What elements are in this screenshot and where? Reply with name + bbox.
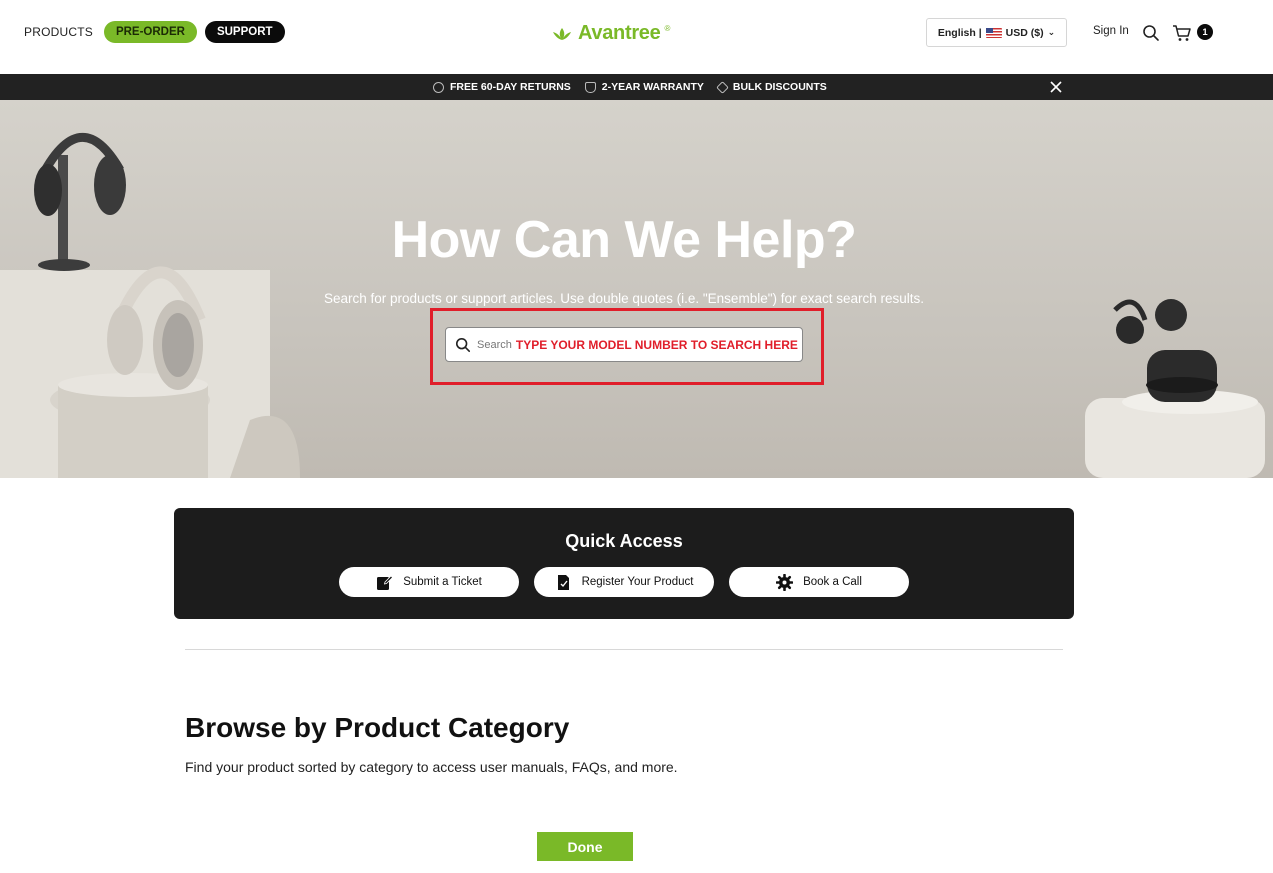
headphones-product-image xyxy=(0,133,300,478)
section-divider xyxy=(185,649,1063,650)
logo-text: Avantree xyxy=(578,22,661,44)
announcement-returns: FREE 60-DAY RETURNS xyxy=(433,81,571,93)
search-highlight-box xyxy=(430,308,824,385)
nav-support-button[interactable]: SUPPORT xyxy=(204,21,285,43)
submit-ticket-label: Submit a Ticket xyxy=(403,576,482,588)
close-icon[interactable] xyxy=(1049,80,1063,94)
book-call-label: Book a Call xyxy=(803,576,862,588)
chevron-down-icon: ⌄ xyxy=(1047,27,1056,37)
hero-title: How Can We Help? xyxy=(391,211,857,269)
hero-subtitle: Search for products or support articles.… xyxy=(323,291,925,306)
avantree-logo[interactable]: Avantree ® xyxy=(550,22,670,45)
shield-check-icon xyxy=(584,81,596,93)
book-call-button[interactable]: Book a Call xyxy=(729,567,909,597)
cart-icon[interactable] xyxy=(1172,24,1192,42)
submit-ticket-button[interactable]: Submit a Ticket xyxy=(339,567,519,597)
gear-icon xyxy=(776,573,794,591)
nav-preorder-button[interactable]: PRE-ORDER xyxy=(103,21,197,43)
quick-access-title: Quick Access xyxy=(565,531,683,551)
announcement-bar: FREE 60-DAY RETURNS 2-YEAR WARRANTY BULK… xyxy=(0,74,1273,100)
language-label: English | xyxy=(937,26,982,39)
announcement-returns-label: FREE 60-DAY RETURNS xyxy=(450,81,571,93)
leaf-logo-icon xyxy=(553,27,571,40)
nav-products-link[interactable]: PRODUCTS xyxy=(24,25,93,39)
announcement-bulk-label: BULK DISCOUNTS xyxy=(732,81,827,93)
main-nav: PRODUCTS PRE-ORDER SUPPORT xyxy=(24,21,285,43)
edit-icon xyxy=(377,574,394,590)
browse-category-title: Browse by Product Category xyxy=(185,712,570,743)
site-header: PRODUCTS PRE-ORDER SUPPORT Avantree ® En… xyxy=(0,0,1273,74)
sign-in-link[interactable]: Sign In xyxy=(1093,25,1129,37)
locale-currency-selector[interactable]: English | USD ($) ⌄ xyxy=(926,18,1067,47)
quick-access-panel: Quick Access Submit a Ticket Register Yo… xyxy=(174,508,1074,619)
us-flag-icon xyxy=(985,27,1002,38)
hero-banner: How Can We Help? Search for products or … xyxy=(0,100,1273,478)
currency-label: USD ($) xyxy=(1005,26,1044,39)
announcement-warranty: 2-YEAR WARRANTY xyxy=(584,81,704,93)
browse-category-subtitle: Find your product sorted by category to … xyxy=(185,759,678,775)
document-check-icon xyxy=(557,574,569,590)
done-button[interactable]: Done xyxy=(537,832,633,861)
earbuds-product-image xyxy=(1085,299,1265,478)
register-product-button[interactable]: Register Your Product xyxy=(534,567,714,597)
announcement-bulk: BULK DISCOUNTS xyxy=(716,80,827,94)
cart-count-badge: 1 xyxy=(1197,24,1213,40)
tag-icon xyxy=(716,80,729,94)
search-icon[interactable] xyxy=(1142,24,1160,42)
register-product-label: Register Your Product xyxy=(581,576,694,588)
logo-registered-mark: ® xyxy=(664,24,671,33)
announcement-warranty-label: 2-YEAR WARRANTY xyxy=(601,81,704,93)
returns-badge-icon xyxy=(433,81,444,93)
